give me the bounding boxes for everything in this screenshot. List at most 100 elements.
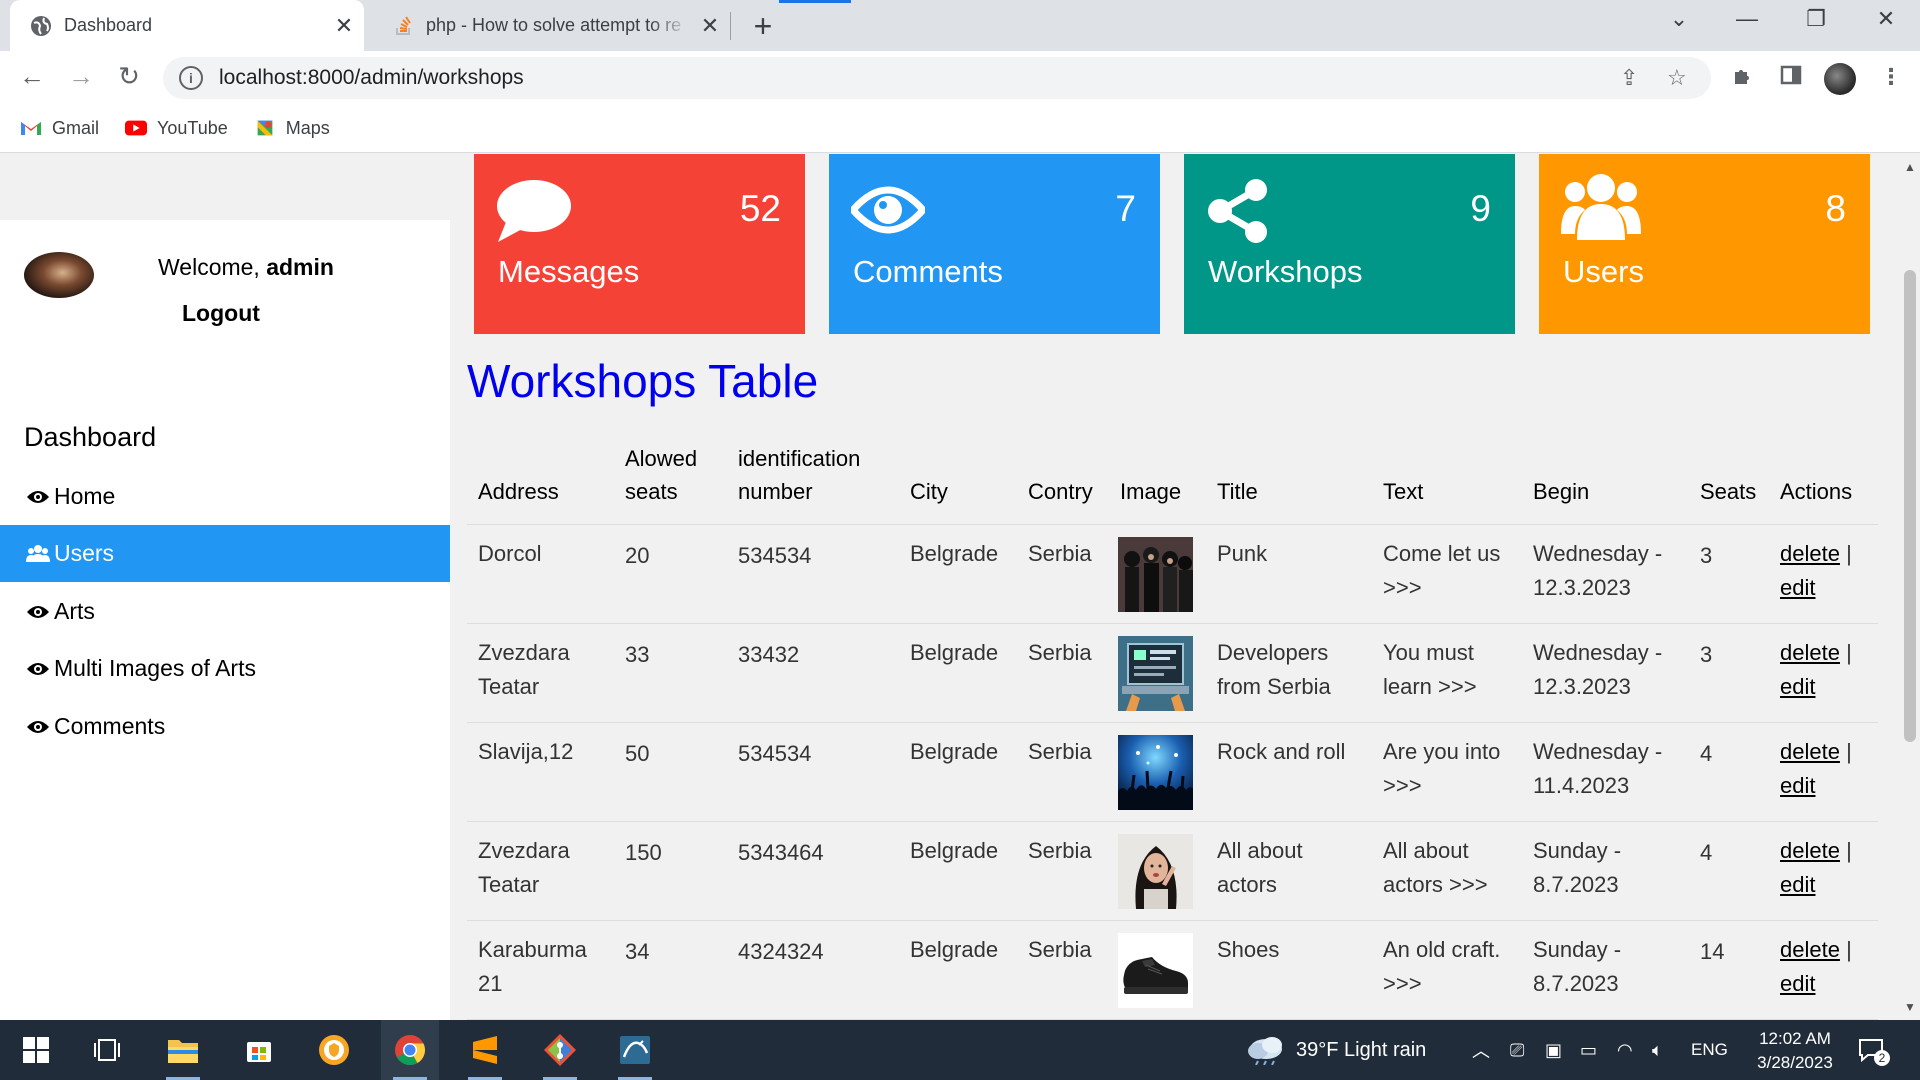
cell-identification-number: 534534: [727, 722, 899, 822]
logout-link[interactable]: Logout: [182, 300, 260, 327]
delete-link[interactable]: delete: [1780, 838, 1840, 863]
workshops-table: Address Alowed seats identification numb…: [467, 434, 1878, 1020]
sidebar-item-arts[interactable]: Arts: [0, 583, 450, 640]
weather-widget[interactable]: 39°F Light rain: [1246, 1020, 1426, 1080]
sidebar-item-label: Home: [54, 483, 116, 509]
card-label: Users: [1563, 254, 1644, 289]
card-workshops[interactable]: 9 Workshops: [1184, 154, 1515, 334]
menu-kebab-icon[interactable]: ⋮: [1880, 64, 1902, 90]
git-kraken-icon[interactable]: [531, 1020, 589, 1080]
delete-link[interactable]: delete: [1780, 541, 1840, 566]
site-info-icon[interactable]: i: [179, 66, 203, 90]
mysql-workbench-icon[interactable]: [606, 1020, 664, 1080]
language-indicator[interactable]: ENG: [1691, 1020, 1728, 1080]
cell-allowed-seats: 34: [614, 920, 727, 1020]
welcome-prefix: Welcome,: [158, 254, 260, 280]
card-messages[interactable]: 52 Messages: [474, 154, 805, 334]
scroll-thumb[interactable]: [1904, 270, 1916, 742]
column-header: Text: [1372, 434, 1522, 525]
forward-icon[interactable]: →: [63, 61, 99, 92]
eye-icon: [27, 490, 49, 503]
chrome-taskbar-icon[interactable]: [381, 1020, 439, 1080]
side-panel-icon[interactable]: [1780, 64, 1802, 92]
table-row: Zvezdara Teatar 33 33432 Belgrade Serbia…: [467, 623, 1878, 723]
cell-title: Developers from Serbia: [1206, 623, 1372, 723]
browser-tab-bar: Dashboard ✕ php - How to solve attempt t…: [0, 0, 1920, 51]
bookmark-star-icon[interactable]: ☆: [1667, 65, 1687, 91]
minimize-icon[interactable]: —: [1727, 6, 1767, 32]
sidebar-item-home[interactable]: Home: [0, 468, 450, 525]
sublime-text-icon[interactable]: [456, 1020, 514, 1080]
show-hidden-icons-icon[interactable]: ︿: [1472, 1020, 1490, 1080]
profile-avatar[interactable]: [1824, 63, 1856, 95]
edit-link[interactable]: edit: [1780, 971, 1815, 996]
edit-link[interactable]: edit: [1780, 575, 1815, 600]
scroll-down-icon[interactable]: ▼: [1904, 1000, 1916, 1014]
notification-center-icon[interactable]: 2: [1858, 1020, 1890, 1080]
user-avatar: [24, 252, 94, 298]
windows-start-icon[interactable]: [7, 1020, 65, 1080]
microsoft-store-icon[interactable]: [230, 1020, 288, 1080]
wifi-icon[interactable]: ◠: [1617, 1020, 1633, 1080]
bookmark-youtube[interactable]: YouTube: [125, 118, 228, 139]
address-bar[interactable]: i localhost:8000/admin/workshops ⇪ ☆: [163, 57, 1711, 99]
share-icon: [1208, 179, 1267, 243]
windows-taskbar: 39°F Light rain ︿ ⎚ ▣ ▭ ◠ 🔈︎ ENG 12:02 A…: [0, 1020, 1920, 1080]
edit-link[interactable]: edit: [1780, 872, 1815, 897]
task-view-icon[interactable]: [78, 1020, 136, 1080]
share-icon[interactable]: ⇪: [1620, 65, 1638, 91]
meet-now-icon[interactable]: ⎚: [1510, 1020, 1524, 1080]
close-icon[interactable]: ✕: [324, 13, 364, 39]
table-row: Zvezdara Teatar 150 5343464 Belgrade Ser…: [467, 821, 1878, 921]
column-header: Address: [467, 434, 614, 525]
bookmark-maps[interactable]: Maps: [254, 118, 330, 139]
tab-dashboard[interactable]: Dashboard ✕: [10, 0, 364, 51]
delete-link[interactable]: delete: [1780, 640, 1840, 665]
cell-country: Serbia: [1017, 623, 1109, 723]
window-close-icon[interactable]: ✕: [1866, 6, 1906, 32]
tab-title: Dashboard: [64, 15, 153, 35]
page-scrollbar[interactable]: ▲ ▼: [1900, 154, 1920, 1020]
new-tab-icon[interactable]: +: [745, 8, 781, 45]
eye-icon: [27, 605, 49, 618]
back-icon[interactable]: ←: [14, 61, 50, 92]
reload-icon[interactable]: ↻: [111, 61, 147, 92]
cell-begin: Sunday - 8.7.2023: [1522, 920, 1689, 1020]
delete-link[interactable]: delete: [1780, 739, 1840, 764]
cell-seats: 4: [1689, 722, 1769, 822]
file-explorer-icon[interactable]: [154, 1020, 212, 1080]
cell-country: Serbia: [1017, 722, 1109, 822]
vpn-shield-icon[interactable]: [305, 1020, 363, 1080]
sidebar-item-users[interactable]: Users: [0, 525, 450, 582]
system-clock[interactable]: 12:02 AM 3/28/2023: [1740, 1027, 1850, 1075]
cell-actions: delete | edit: [1769, 524, 1878, 624]
sidebar-item-multi-images[interactable]: Multi Images of Arts: [0, 640, 450, 697]
url-text[interactable]: localhost:8000/admin/workshops: [219, 66, 524, 90]
card-comments[interactable]: 7 Comments: [829, 154, 1160, 334]
display-icon[interactable]: ▣: [1545, 1020, 1562, 1080]
sidebar-item-comments[interactable]: Comments: [0, 698, 450, 755]
card-users[interactable]: 8 Users: [1539, 154, 1870, 334]
cell-seats: 4: [1689, 821, 1769, 921]
card-count: 7: [1115, 188, 1136, 229]
close-icon[interactable]: ✕: [690, 13, 730, 39]
column-header: Image: [1109, 434, 1206, 525]
bookmark-gmail[interactable]: Gmail: [20, 118, 99, 139]
edit-link[interactable]: edit: [1780, 674, 1815, 699]
restore-icon[interactable]: ❐: [1796, 6, 1836, 32]
cell-country: Serbia: [1017, 920, 1109, 1020]
tab-stackoverflow[interactable]: php - How to solve attempt to re ✕: [376, 0, 730, 51]
extensions-icon[interactable]: [1731, 64, 1755, 94]
tab-search-chevron-icon[interactable]: ⌄: [1659, 6, 1699, 32]
column-header: Actions: [1769, 434, 1878, 525]
cell-seats: 14: [1689, 920, 1769, 1020]
cell-allowed-seats: 20: [614, 524, 727, 624]
scroll-up-icon[interactable]: ▲: [1904, 160, 1916, 174]
volume-icon[interactable]: 🔈︎: [1652, 1020, 1663, 1080]
table-row: Karaburma 21 34 4324324 Belgrade Serbia …: [467, 920, 1878, 1020]
cell-image: [1109, 623, 1206, 723]
battery-icon[interactable]: ▭: [1580, 1020, 1597, 1080]
delete-link[interactable]: delete: [1780, 937, 1840, 962]
edit-link[interactable]: edit: [1780, 773, 1815, 798]
tab-loading-indicator: [779, 0, 851, 3]
